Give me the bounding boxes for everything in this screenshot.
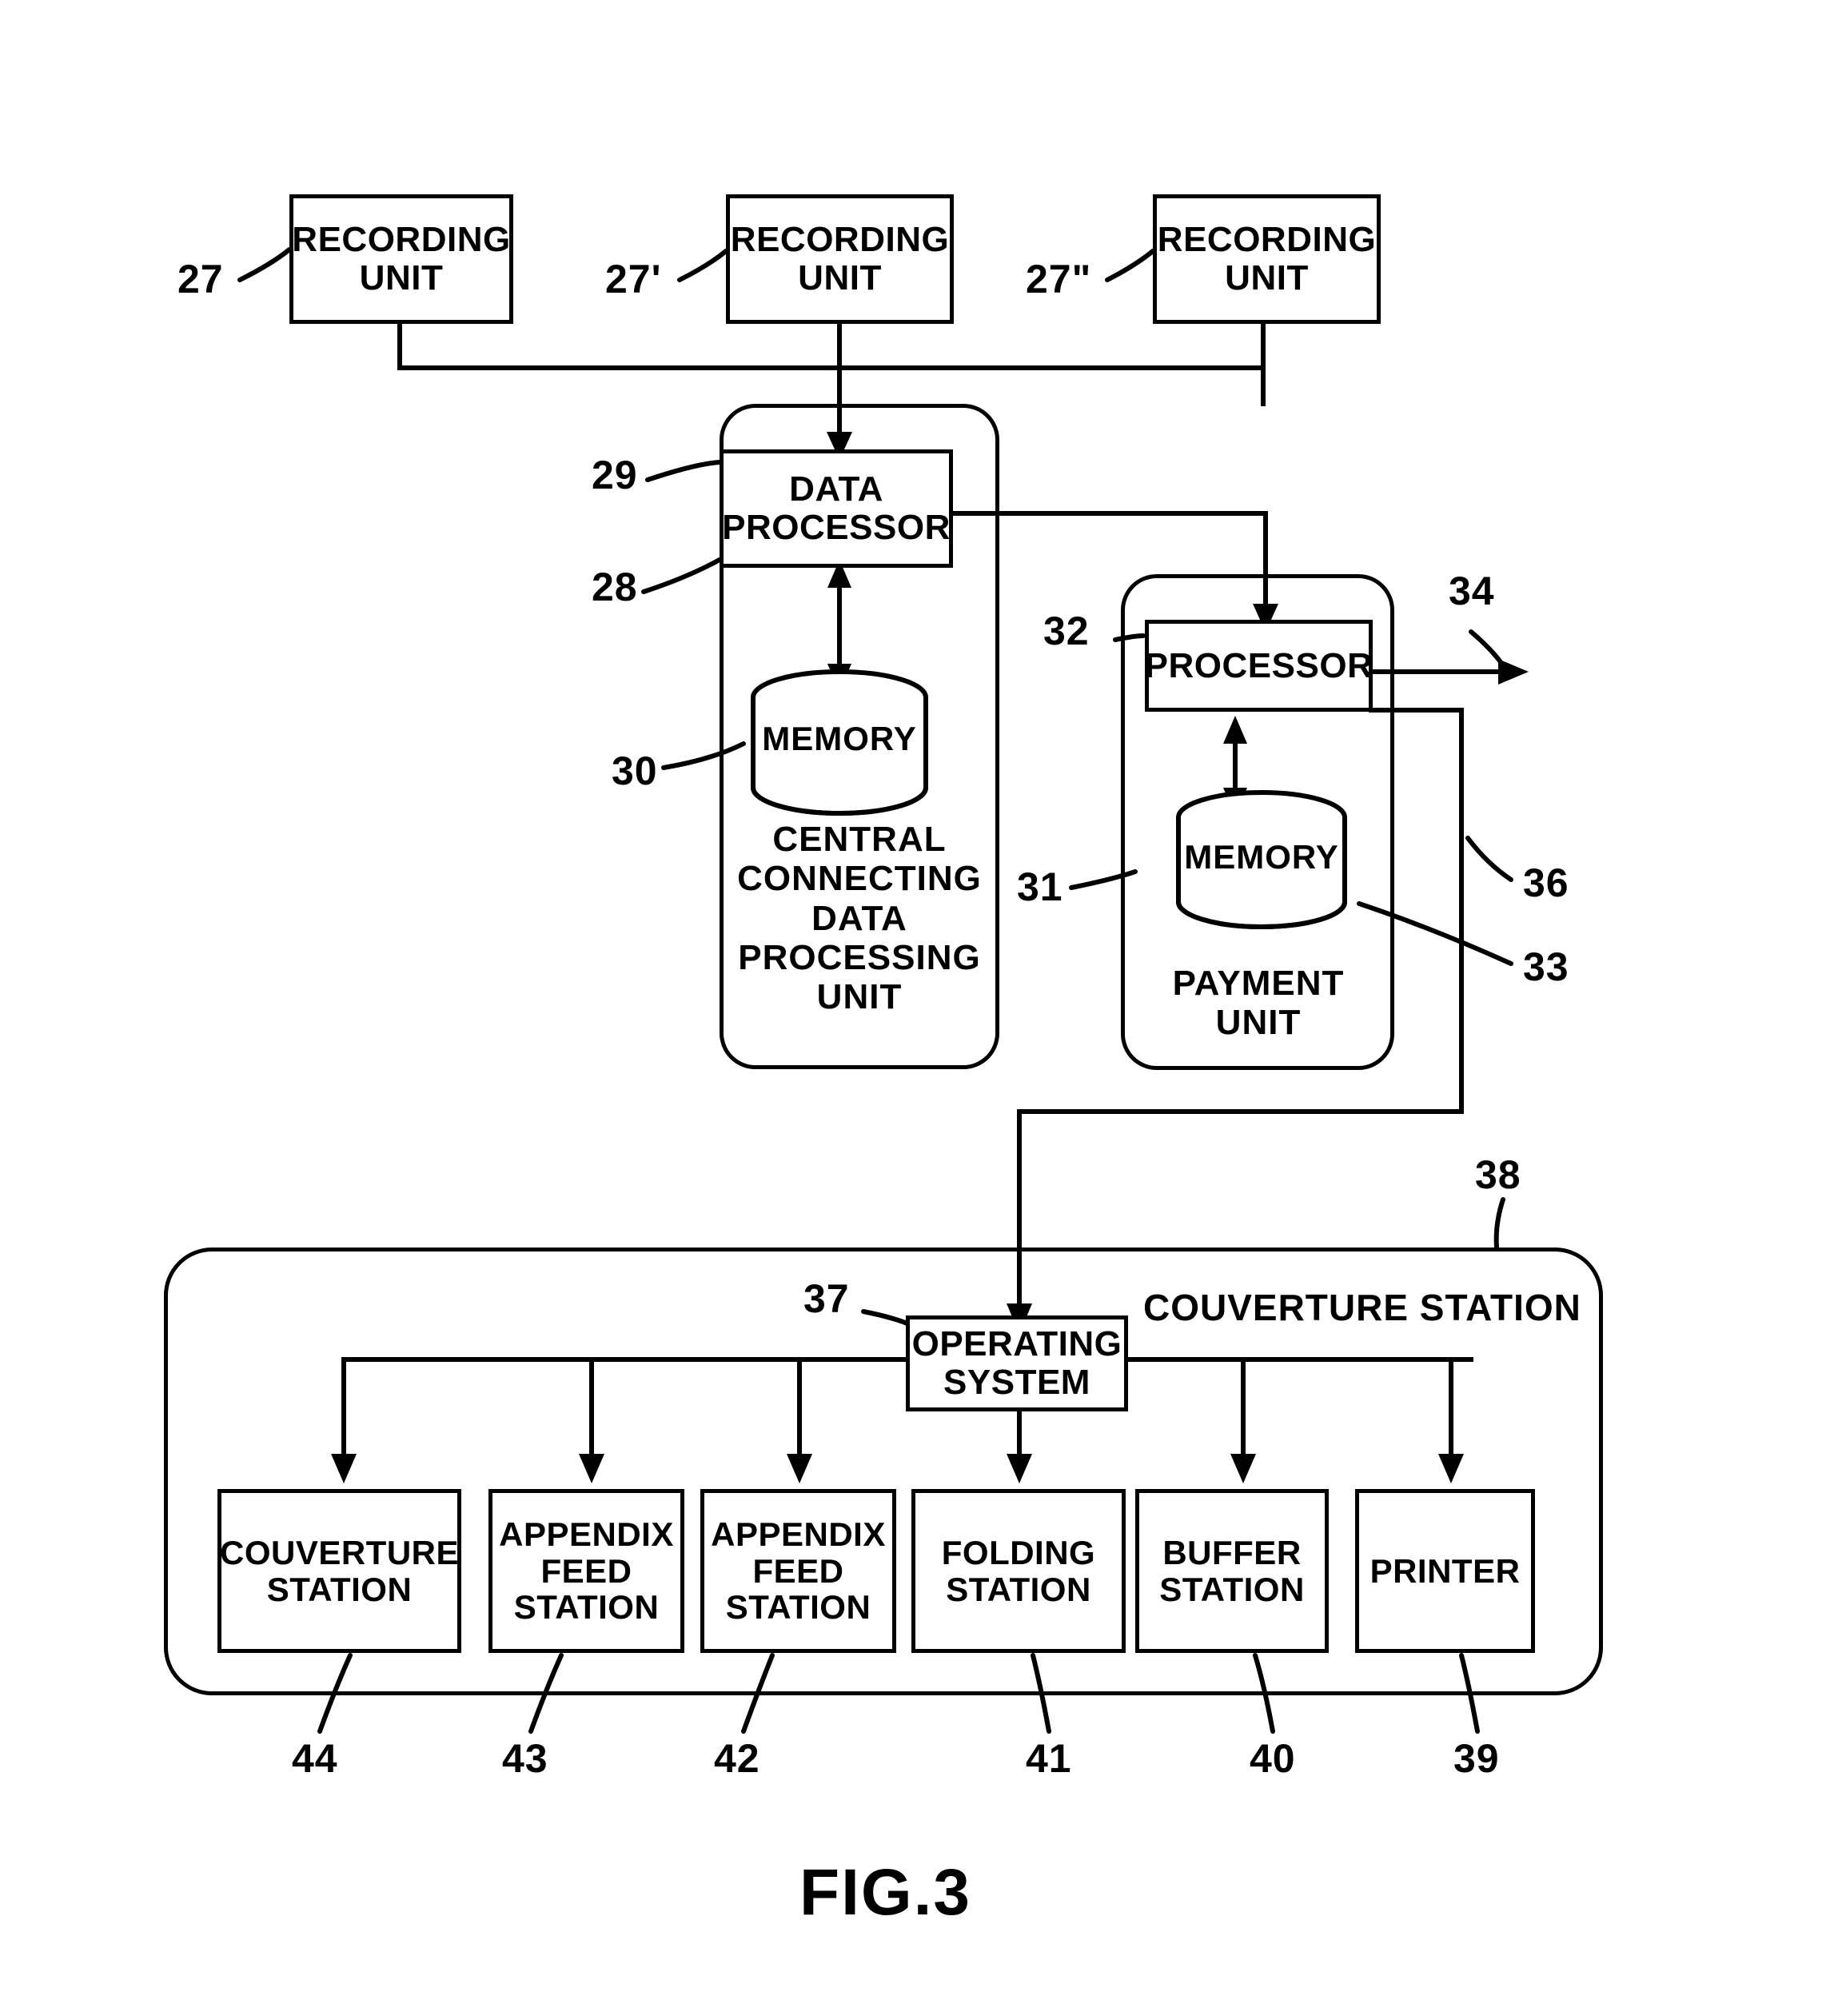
ref-41: 41 bbox=[1026, 1736, 1072, 1781]
ref-29: 29 bbox=[592, 453, 638, 497]
ref-39: 39 bbox=[1453, 1736, 1500, 1781]
recording-unit-27-label: RECORDING UNIT bbox=[292, 220, 511, 297]
ref-36: 36 bbox=[1523, 860, 1569, 905]
station-folding[interactable]: FOLDING STATION bbox=[911, 1489, 1126, 1653]
ref-43: 43 bbox=[502, 1736, 548, 1781]
station-appendix-feed-1-label: APPENDIX FEED STATION bbox=[499, 1515, 674, 1627]
payment-processor-box[interactable]: PROCESSOR bbox=[1145, 620, 1373, 712]
station-printer[interactable]: PRINTER bbox=[1355, 1489, 1535, 1653]
station-buffer-label: BUFFER STATION bbox=[1159, 1534, 1305, 1608]
central-memory-label: MEMORY bbox=[762, 720, 917, 757]
station-appendix-feed-1[interactable]: APPENDIX FEED STATION bbox=[488, 1489, 684, 1653]
data-processor-box[interactable]: DATA PROCESSOR bbox=[720, 449, 953, 568]
station-appendix-feed-2-label: APPENDIX FEED STATION bbox=[711, 1515, 886, 1627]
ref-32: 32 bbox=[1043, 609, 1090, 653]
figure-sheet: RECORDING UNIT 27 RECORDING UNIT 27' REC… bbox=[0, 0, 1830, 2016]
payment-unit-title: PAYMENT UNIT bbox=[1172, 964, 1345, 1043]
recording-unit-27-prime[interactable]: RECORDING UNIT bbox=[726, 194, 954, 324]
recording-unit-27-prime-label: RECORDING UNIT bbox=[730, 220, 950, 297]
payment-memory-label: MEMORY bbox=[1184, 838, 1339, 876]
station-folding-label: FOLDING STATION bbox=[941, 1534, 1096, 1608]
recording-unit-27-double-prime[interactable]: RECORDING UNIT bbox=[1153, 194, 1381, 324]
recording-unit-27-double-prime-label: RECORDING UNIT bbox=[1157, 220, 1377, 297]
ref-37: 37 bbox=[803, 1276, 850, 1321]
operating-system-box[interactable]: OPERATING SYSTEM bbox=[906, 1315, 1128, 1411]
ref-44: 44 bbox=[292, 1736, 338, 1781]
figure-caption: FIG.3 bbox=[799, 1856, 972, 1929]
ref-27: 27 bbox=[177, 257, 224, 301]
couverture-station-title: COUVERTURE STATION bbox=[1143, 1287, 1581, 1328]
ref-38: 38 bbox=[1475, 1152, 1521, 1197]
ref-31: 31 bbox=[1017, 864, 1063, 909]
ref-27-prime: 27' bbox=[605, 257, 662, 301]
station-printer-label: PRINTER bbox=[1370, 1551, 1521, 1590]
ref-33: 33 bbox=[1523, 944, 1569, 989]
recording-unit-27[interactable]: RECORDING UNIT bbox=[289, 194, 513, 324]
ref-30: 30 bbox=[612, 749, 658, 793]
ref-40: 40 bbox=[1250, 1736, 1296, 1781]
station-couverture-label: COUVERTURE STATION bbox=[219, 1534, 460, 1608]
ref-42: 42 bbox=[714, 1736, 760, 1781]
ref-27-double-prime: 27" bbox=[1026, 257, 1092, 301]
ref-34: 34 bbox=[1449, 569, 1495, 613]
operating-system-label: OPERATING SYSTEM bbox=[911, 1324, 1122, 1402]
payment-processor-label: PROCESSOR bbox=[1144, 645, 1373, 685]
station-appendix-feed-2[interactable]: APPENDIX FEED STATION bbox=[700, 1489, 896, 1653]
central-unit-title: CENTRAL CONNECTING DATA PROCESSING UNIT bbox=[737, 820, 982, 1017]
station-couverture[interactable]: COUVERTURE STATION bbox=[217, 1489, 461, 1653]
station-buffer[interactable]: BUFFER STATION bbox=[1135, 1489, 1329, 1653]
ref-28: 28 bbox=[592, 565, 638, 609]
data-processor-label: DATA PROCESSOR bbox=[722, 469, 951, 547]
